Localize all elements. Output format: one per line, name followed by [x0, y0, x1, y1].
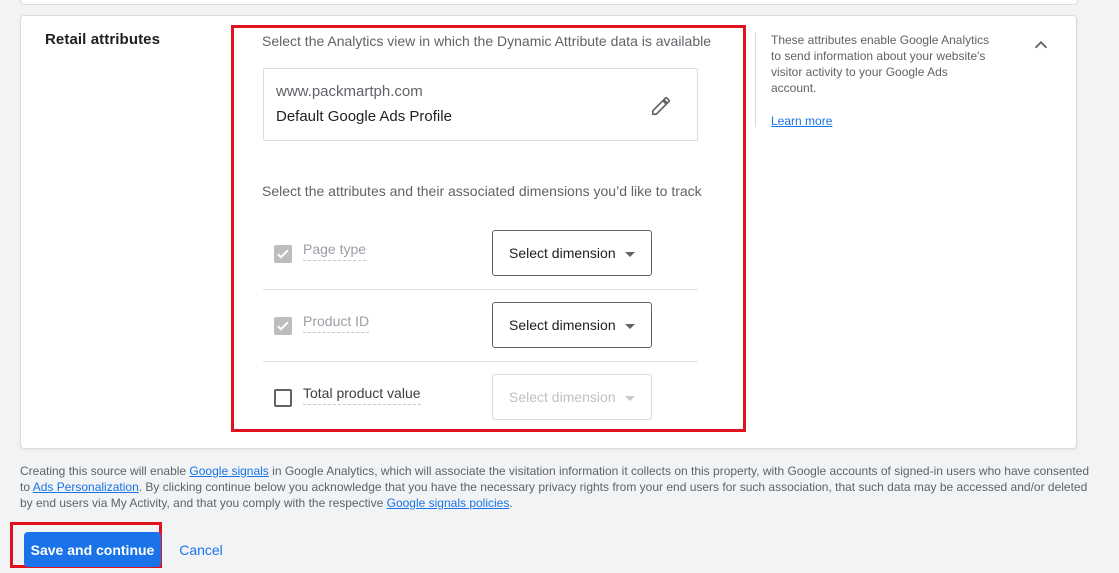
disclaimer-text: . By clicking continue below you acknowl…: [20, 480, 1088, 510]
consent-disclaimer: Creating this source will enable Google …: [20, 463, 1092, 511]
retail-attributes-card: Retail attributes Select the Analytics v…: [20, 15, 1077, 449]
help-note: These attributes enable Google Analytics…: [755, 32, 991, 129]
cancel-button[interactable]: Cancel: [170, 532, 232, 567]
ads-personalization-link[interactable]: Ads Personalization: [33, 480, 139, 494]
disclaimer-text: .: [509, 496, 513, 510]
save-and-continue-button[interactable]: Save and continue: [24, 532, 161, 567]
google-signals-policies-link[interactable]: Google signals policies: [387, 496, 510, 510]
section-title: Retail attributes: [45, 31, 161, 48]
learn-more-link[interactable]: Learn more: [771, 113, 832, 129]
previous-card-edge: [20, 0, 1078, 5]
google-signals-link[interactable]: Google signals: [189, 464, 268, 478]
chevron-up-icon[interactable]: [1030, 34, 1052, 56]
disclaimer-text: Creating this source will enable: [20, 464, 190, 478]
highlight-box: [231, 25, 746, 432]
help-text: These attributes enable Google Analytics…: [771, 33, 990, 95]
